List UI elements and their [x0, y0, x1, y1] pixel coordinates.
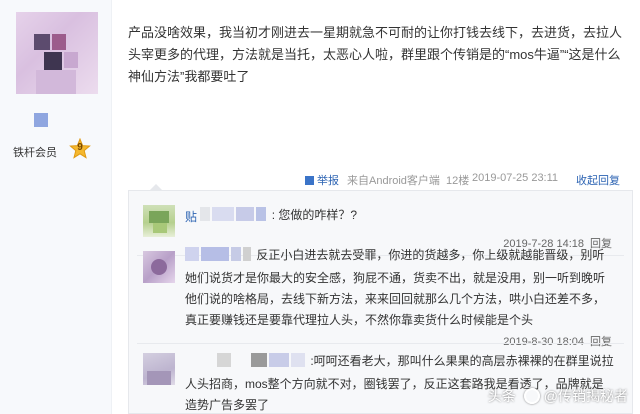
reply-message: : 您做的咋样？? [271, 208, 358, 222]
reply-avatar[interactable] [143, 251, 175, 283]
report-icon [305, 176, 314, 185]
reply-text: 反正小白进去就去受罪，你进的货越多，你上级就越能晋级，别听她们说货才是你最大的安… [185, 245, 614, 331]
floor-number: 12楼 [446, 175, 470, 187]
client-source: 来自Android客户端 [347, 175, 440, 187]
watermark-brand: 头条 [487, 388, 516, 404]
reply-meta: 2019-8-30 18:04 回复 [503, 333, 612, 349]
post-footer: 举报 来自Android客户端 12楼 2019-07-25 23:11 收起回… [300, 170, 626, 188]
collapse-replies-link[interactable]: 收起回复 [576, 172, 620, 188]
reply-button[interactable]: 回复 [590, 336, 612, 348]
reply-divider [137, 343, 624, 344]
watermark-account: @传销揭秘者 [543, 388, 628, 404]
reply-username[interactable] [185, 353, 307, 374]
report-link[interactable]: 举报 [305, 172, 339, 188]
post-time: 2019-07-25 23:11 [472, 172, 559, 184]
reply-username[interactable] [185, 247, 253, 268]
level-star-icon[interactable]: 9 [69, 137, 91, 160]
member-rank-label: 铁杆会员 [13, 147, 57, 159]
member-badge-icon[interactable] [34, 113, 48, 127]
username-fragment: 贴 [185, 210, 198, 224]
user-info-column: 铁杆会员 9 [0, 0, 112, 414]
user-avatar[interactable] [16, 12, 98, 94]
report-label: 举报 [317, 175, 339, 187]
reply-username[interactable]: 贴 [185, 207, 268, 228]
level-number: 9 [77, 142, 83, 153]
camera-icon [523, 388, 540, 404]
watermark: 头条 @传销揭秘者 [488, 386, 628, 406]
reply-text: 贴 : 您做的咋样？? [185, 205, 614, 228]
post-content: 产品没啥效果，我当初才刚进去一星期就急不可耐的让你打钱去线下，去进货，去拉人头宰… [128, 25, 623, 84]
reply-item: 反正小白进去就去受罪，你进的货越多，你上级就越能晋级，别听她们说货才是你最大的安… [137, 245, 624, 348]
reply-avatar[interactable] [143, 353, 175, 385]
reply-list: 贴 : 您做的咋样？? 2019-7-28 14:18 回复 反正小白进去就去受罪… [128, 190, 633, 414]
reply-avatar[interactable] [143, 205, 175, 237]
reply-date: 2019-8-30 18:04 [503, 336, 584, 348]
